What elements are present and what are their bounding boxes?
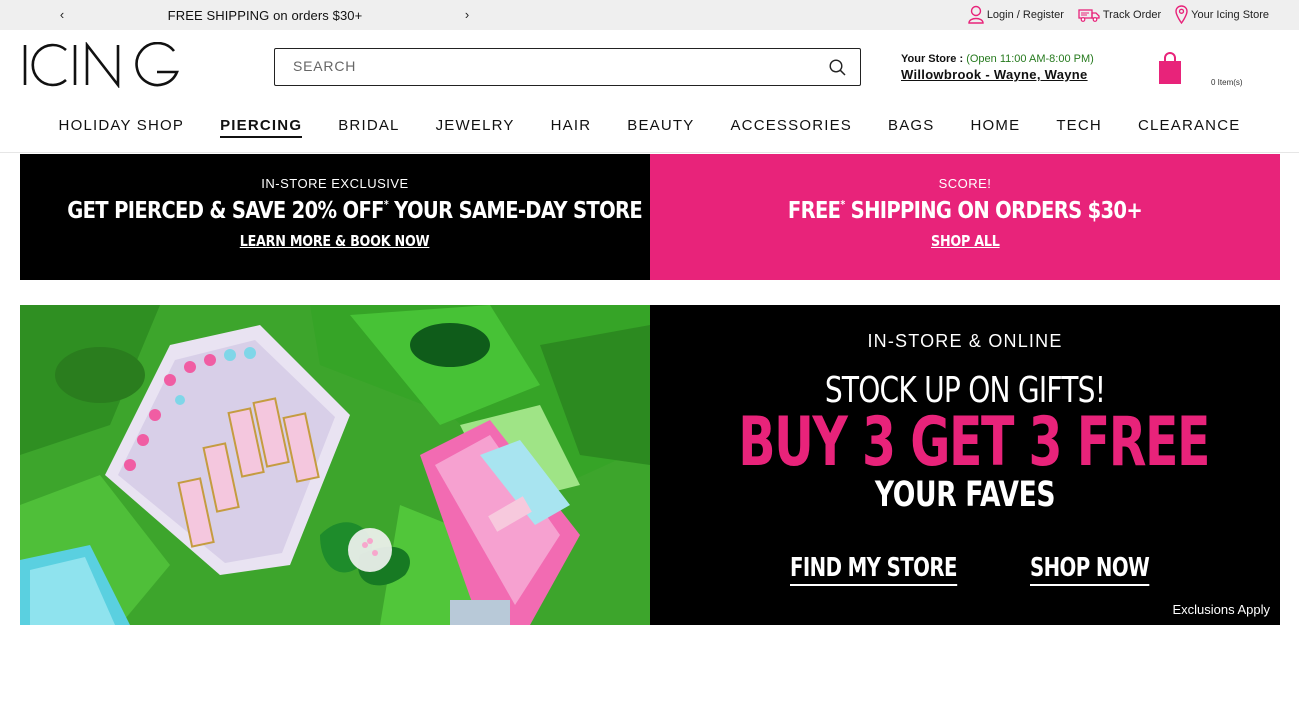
- hero-gift-image[interactable]: [20, 305, 650, 625]
- shop-now-button[interactable]: SHOP NOW: [1030, 553, 1150, 586]
- find-my-store-button[interactable]: FIND MY STORE: [790, 553, 957, 586]
- shipping-headline-main: FREE: [787, 198, 841, 224]
- search-icon: [829, 59, 846, 76]
- store-name-link[interactable]: Willowbrook - Wayne, Wayne: [901, 67, 1094, 82]
- shipping-promo-headline: FREE* SHIPPING ON ORDERS $30+: [697, 198, 1233, 224]
- nav-item-accessories[interactable]: ACCESSORIES: [730, 113, 852, 138]
- hero-headline-faves: YOUR FAVES: [874, 475, 1056, 515]
- nav-item-beauty[interactable]: BEAUTY: [627, 113, 694, 138]
- nav-item-jewelry[interactable]: JEWELRY: [436, 113, 515, 138]
- main-nav: HOLIDAY SHOP PIERCING BRIDAL JEWELRY HAI…: [0, 113, 1299, 153]
- search-bar: [274, 48, 861, 86]
- login-register-label: Login / Register: [986, 8, 1064, 21]
- carousel-next-button[interactable]: ›: [460, 7, 474, 23]
- nav-item-piercing[interactable]: PIERCING: [220, 113, 303, 138]
- shipping-promo-banner[interactable]: SCORE! FREE* SHIPPING ON ORDERS $30+ SHO…: [650, 154, 1280, 280]
- utility-bar: ‹ FREE SHIPPING on orders $30+ › Login /…: [0, 0, 1299, 30]
- track-order-label: Track Order: [1102, 8, 1162, 21]
- nav-item-holiday-shop[interactable]: HOLIDAY SHOP: [59, 113, 185, 138]
- user-icon: [968, 5, 984, 24]
- shipping-headline-rest: SHIPPING ON ORDERS $30+: [844, 198, 1143, 224]
- icing-logo[interactable]: [22, 41, 184, 93]
- truck-icon: [1078, 8, 1100, 22]
- exclusions-disclaimer: Exclusions Apply: [1172, 602, 1270, 617]
- shop-all-link[interactable]: SHOP ALL: [931, 232, 1000, 250]
- piercing-headline-main: GET PIERCED & SAVE 20% OFF: [67, 198, 384, 224]
- store-label: Your Store :: [901, 53, 964, 65]
- location-pin-icon: [1175, 5, 1188, 24]
- hero-promo-panel: IN-STORE & ONLINE STOCK UP ON GIFTS! BUY…: [650, 305, 1280, 625]
- hero-headline-offer: BUY 3 GET 3 FREE: [738, 403, 1210, 482]
- cart-count: 0 Item(s): [1211, 78, 1243, 87]
- promo-message[interactable]: FREE SHIPPING on orders $30+: [55, 8, 475, 23]
- gift-sets-illustration: [20, 305, 650, 625]
- icing-logo-mark: [23, 41, 179, 89]
- promo-carousel: ‹ FREE SHIPPING on orders $30+ ›: [55, 0, 475, 30]
- nav-item-bags[interactable]: BAGS: [888, 113, 934, 138]
- your-store-label: Your Icing Store: [1191, 8, 1269, 21]
- shipping-promo-eyebrow: SCORE!: [938, 176, 992, 191]
- nav-item-clearance[interactable]: CLEARANCE: [1138, 113, 1241, 138]
- track-order-link[interactable]: Track Order: [1078, 8, 1161, 22]
- nav-item-home[interactable]: HOME: [971, 113, 1021, 138]
- nav-item-bridal[interactable]: BRIDAL: [338, 113, 399, 138]
- search-input[interactable]: [275, 49, 805, 85]
- piercing-promo-banner[interactable]: IN-STORE EXCLUSIVE GET PIERCED & SAVE 20…: [20, 154, 762, 280]
- nav-item-hair[interactable]: HAIR: [551, 113, 592, 138]
- search-button[interactable]: [829, 59, 846, 81]
- shopping-bag-icon: [1159, 52, 1181, 84]
- store-info: Your Store : (Open 11:00 AM-8:00 PM) Wil…: [901, 53, 1094, 82]
- learn-more-book-now-link[interactable]: LEARN MORE & BOOK NOW: [240, 232, 430, 250]
- utility-links: Login / Register Track Order Your Icing …: [954, 5, 1269, 24]
- store-hours: (Open 11:00 AM-8:00 PM): [966, 53, 1094, 65]
- cart-button[interactable]: [1158, 52, 1182, 89]
- your-store-link[interactable]: Your Icing Store: [1175, 5, 1269, 24]
- login-register-link[interactable]: Login / Register: [968, 5, 1064, 24]
- piercing-promo-eyebrow: IN-STORE EXCLUSIVE: [261, 176, 409, 191]
- hero-eyebrow: IN-STORE & ONLINE: [867, 331, 1063, 351]
- nav-item-tech[interactable]: TECH: [1056, 113, 1102, 138]
- below-fold-placeholder: [0, 700, 1299, 712]
- piercing-promo-headline: GET PIERCED & SAVE 20% OFF* YOUR SAME-DA…: [67, 198, 762, 224]
